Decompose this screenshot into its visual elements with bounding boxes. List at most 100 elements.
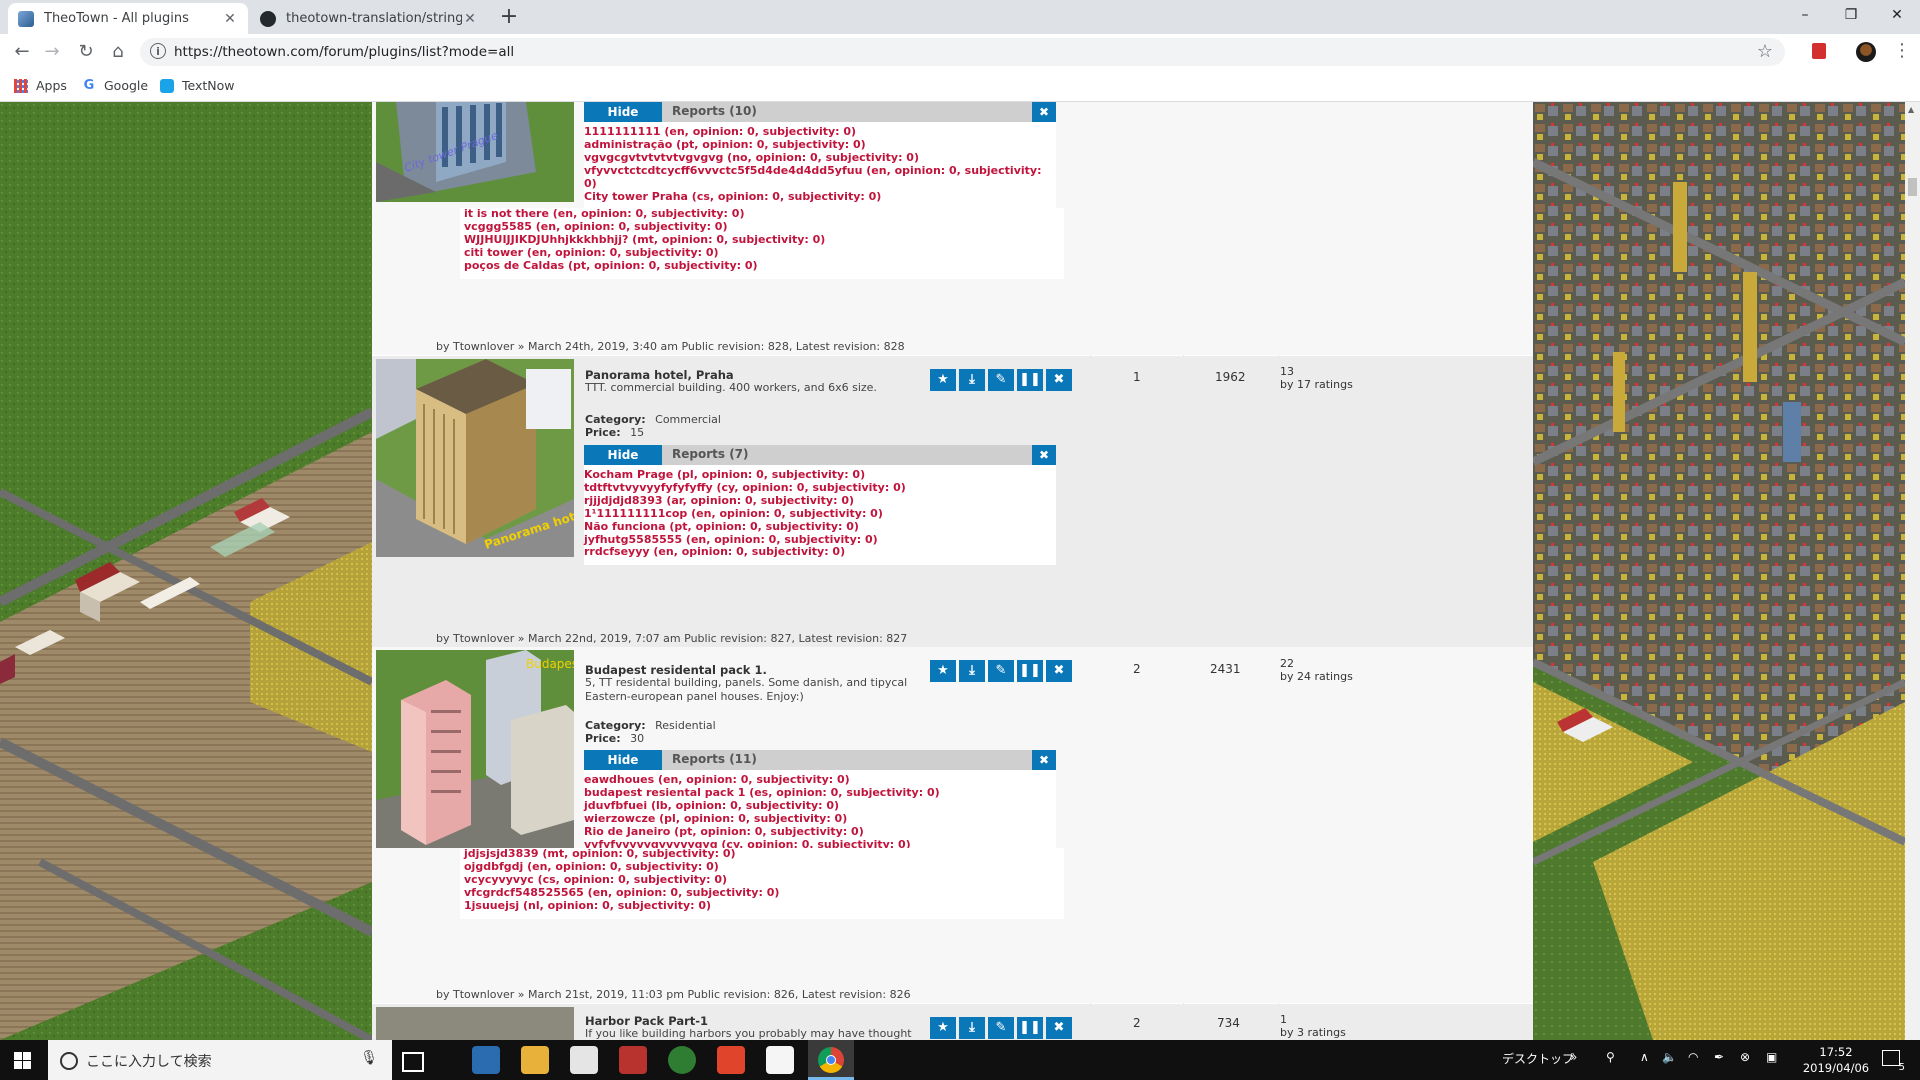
plugin-actions: ★ ⤓ ✎ ❚❚ ✖ xyxy=(930,660,1075,682)
tab-github[interactable]: theotown-translation/strings.xml ✕ xyxy=(250,3,488,34)
plugin-title[interactable]: Budapest residental pack 1. xyxy=(585,663,767,677)
edit-pencil-icon[interactable]: ✎ xyxy=(988,1017,1014,1039)
mail-icon[interactable] xyxy=(766,1046,794,1074)
report-item: Kocham Prage (pl, opinion: 0, subjectivi… xyxy=(584,468,866,481)
minimize-button[interactable]: – xyxy=(1782,0,1828,30)
reports-list: eawdhoues (en, opinion: 0, subjectivity:… xyxy=(584,770,1056,857)
close-tab-icon[interactable]: ✕ xyxy=(462,11,478,27)
file-explorer-icon[interactable] xyxy=(521,1046,549,1074)
plugin-rating: 22 by 24 ratings xyxy=(1280,657,1353,683)
bookmark-label: Apps xyxy=(36,78,67,93)
delete-x-icon[interactable]: ✖ xyxy=(1046,660,1072,682)
home-icon[interactable]: ⌂ xyxy=(104,38,132,66)
profile-avatar[interactable] xyxy=(1856,42,1876,62)
plugin-rating: 1 by 3 ratings xyxy=(1280,1013,1346,1039)
scrollbar-thumb[interactable] xyxy=(1908,178,1917,196)
delete-x-icon[interactable]: ✖ xyxy=(1046,1017,1072,1039)
close-reports-button[interactable]: ✖ xyxy=(1032,445,1056,465)
reports-count: Reports (10) xyxy=(672,104,757,118)
pause-icon[interactable]: ❚❚ xyxy=(1017,369,1043,391)
address-bar[interactable]: i https://theotown.com/forum/plugins/lis… xyxy=(140,38,1785,66)
task-view-icon[interactable] xyxy=(402,1052,424,1072)
back-arrow-icon[interactable]: ← xyxy=(8,38,36,66)
favorite-star-icon[interactable]: ★ xyxy=(930,1017,956,1039)
plugin-downloads: 1962 xyxy=(1215,370,1246,384)
people-icon[interactable]: ⚲ xyxy=(1606,1050,1615,1064)
close-tab-icon[interactable]: ✕ xyxy=(222,11,238,27)
category-label: Category: xyxy=(585,719,646,732)
close-reports-button[interactable]: ✖ xyxy=(1032,102,1056,122)
download-icon[interactable]: ⤓ xyxy=(959,369,985,391)
plugin-price: Price: 30 xyxy=(585,732,644,745)
plugin-row: Budapest Budapest residental pack 1. 5, … xyxy=(372,647,1533,1003)
rating-count: by 24 ratings xyxy=(1280,670,1353,683)
close-window-button[interactable]: ✕ xyxy=(1874,0,1920,30)
bookmark-textnow[interactable]: TextNow xyxy=(160,78,235,93)
plugin-row: Harbor Pack Part-1 If you like building … xyxy=(372,1004,1533,1040)
volume-icon[interactable]: 🔈 xyxy=(1662,1050,1677,1064)
plugin-thumbnail[interactable] xyxy=(376,1007,574,1040)
hide-button[interactable]: Hide xyxy=(584,445,662,465)
extension-icon[interactable] xyxy=(1812,43,1826,59)
taskbar: ここに入力して検索 🎙 デスクトップ » ⚲ ∧ 🔈 ◠ ✒ ⊗ ▣ 17:52… xyxy=(0,1040,1920,1080)
taskbar-search[interactable]: ここに入力して検索 🎙 xyxy=(48,1040,392,1080)
notification-center-icon[interactable]: 5 xyxy=(1882,1050,1905,1073)
scroll-up-icon[interactable]: ▲ xyxy=(1908,105,1914,114)
bookmark-apps[interactable]: Apps xyxy=(14,78,67,93)
taskbar-clock[interactable]: 17:52 2019/04/06 xyxy=(1800,1044,1872,1076)
plugin-actions: ★ ⤓ ✎ ❚❚ ✖ xyxy=(930,1017,1075,1039)
tab-theotown[interactable]: TheoTown - All plugins ✕ xyxy=(8,3,248,34)
forward-arrow-icon[interactable]: → xyxy=(38,38,66,66)
plugin-byline: by Ttownlover » March 22nd, 2019, 7:07 a… xyxy=(436,632,908,645)
download-icon[interactable]: ⤓ xyxy=(959,660,985,682)
plugin-thumbnail[interactable]: Panorama hotel, Prague xyxy=(376,359,574,557)
site-info-icon[interactable]: i xyxy=(150,43,166,59)
cortana-icon[interactable] xyxy=(60,1052,78,1070)
cancel-circle-icon[interactable]: ⊗ xyxy=(1740,1050,1750,1064)
plugin-title[interactable]: Harbor Pack Part-1 xyxy=(585,1014,708,1028)
plugin-title[interactable]: Panorama hotel, Praha xyxy=(585,368,734,382)
wifi-icon[interactable]: ◠ xyxy=(1688,1050,1698,1064)
bookmark-star-icon[interactable]: ☆ xyxy=(1757,41,1773,62)
favorite-star-icon[interactable]: ★ xyxy=(930,369,956,391)
chrome-taskbar-button[interactable] xyxy=(808,1040,854,1080)
plugin-actions: ★ ⤓ ✎ ❚❚ ✖ xyxy=(930,369,1075,391)
plugin-list: City tower Prague Hide Reports (10) ✖ 11… xyxy=(372,102,1533,1040)
rating-value: 1 xyxy=(1280,1013,1287,1026)
reload-icon[interactable]: ↻ xyxy=(72,38,100,66)
store-icon[interactable] xyxy=(472,1046,500,1074)
favorite-star-icon[interactable]: ★ xyxy=(930,660,956,682)
page-scrollbar[interactable]: ▲ xyxy=(1905,102,1920,1040)
hide-button[interactable]: Hide xyxy=(584,102,662,122)
tray-up-arrow-icon[interactable]: ∧ xyxy=(1640,1050,1649,1064)
download-icon[interactable]: ⤓ xyxy=(959,1017,985,1039)
category-value: Commercial xyxy=(655,413,721,426)
url-text[interactable]: https://theotown.com/forum/plugins/list?… xyxy=(174,44,514,60)
microphone-icon[interactable]: 🎙 xyxy=(360,1050,378,1066)
toolbar-chevron-icon[interactable]: » xyxy=(1570,1050,1577,1064)
price-label: Price: xyxy=(585,426,621,439)
desktop-toolbar-label[interactable]: デスクトップ xyxy=(1502,1050,1574,1067)
delete-x-icon[interactable]: ✖ xyxy=(1046,369,1072,391)
app-icon-power[interactable] xyxy=(717,1046,745,1074)
bookmark-google[interactable]: G Google xyxy=(82,78,148,93)
edit-pencil-icon[interactable]: ✎ xyxy=(988,660,1014,682)
maximize-button[interactable]: ❐ xyxy=(1828,0,1874,30)
plugin-byline: by Ttownlover » March 21st, 2019, 11:03 … xyxy=(436,988,911,1001)
tab-title: TheoTown - All plugins xyxy=(44,11,189,26)
edit-pencil-icon[interactable]: ✎ xyxy=(988,369,1014,391)
close-reports-button[interactable]: ✖ xyxy=(1032,750,1056,770)
plugin-thumbnail[interactable]: Budapest xyxy=(376,650,574,848)
ime-icon[interactable]: ▣ xyxy=(1766,1050,1777,1064)
pen-icon[interactable]: ✒ xyxy=(1714,1050,1724,1064)
app-icon-green[interactable] xyxy=(668,1046,696,1074)
menu-dots-icon[interactable]: ⋮ xyxy=(1893,40,1911,61)
pause-icon[interactable]: ❚❚ xyxy=(1017,660,1043,682)
windows-start-icon[interactable] xyxy=(14,1052,31,1069)
paint-icon[interactable] xyxy=(570,1046,598,1074)
new-tab-button[interactable]: + xyxy=(495,3,523,31)
hide-button[interactable]: Hide xyxy=(584,750,662,770)
pause-icon[interactable]: ❚❚ xyxy=(1017,1017,1043,1039)
plugin-thumbnail[interactable]: City tower Prague xyxy=(376,102,574,202)
app-icon-red[interactable] xyxy=(619,1046,647,1074)
